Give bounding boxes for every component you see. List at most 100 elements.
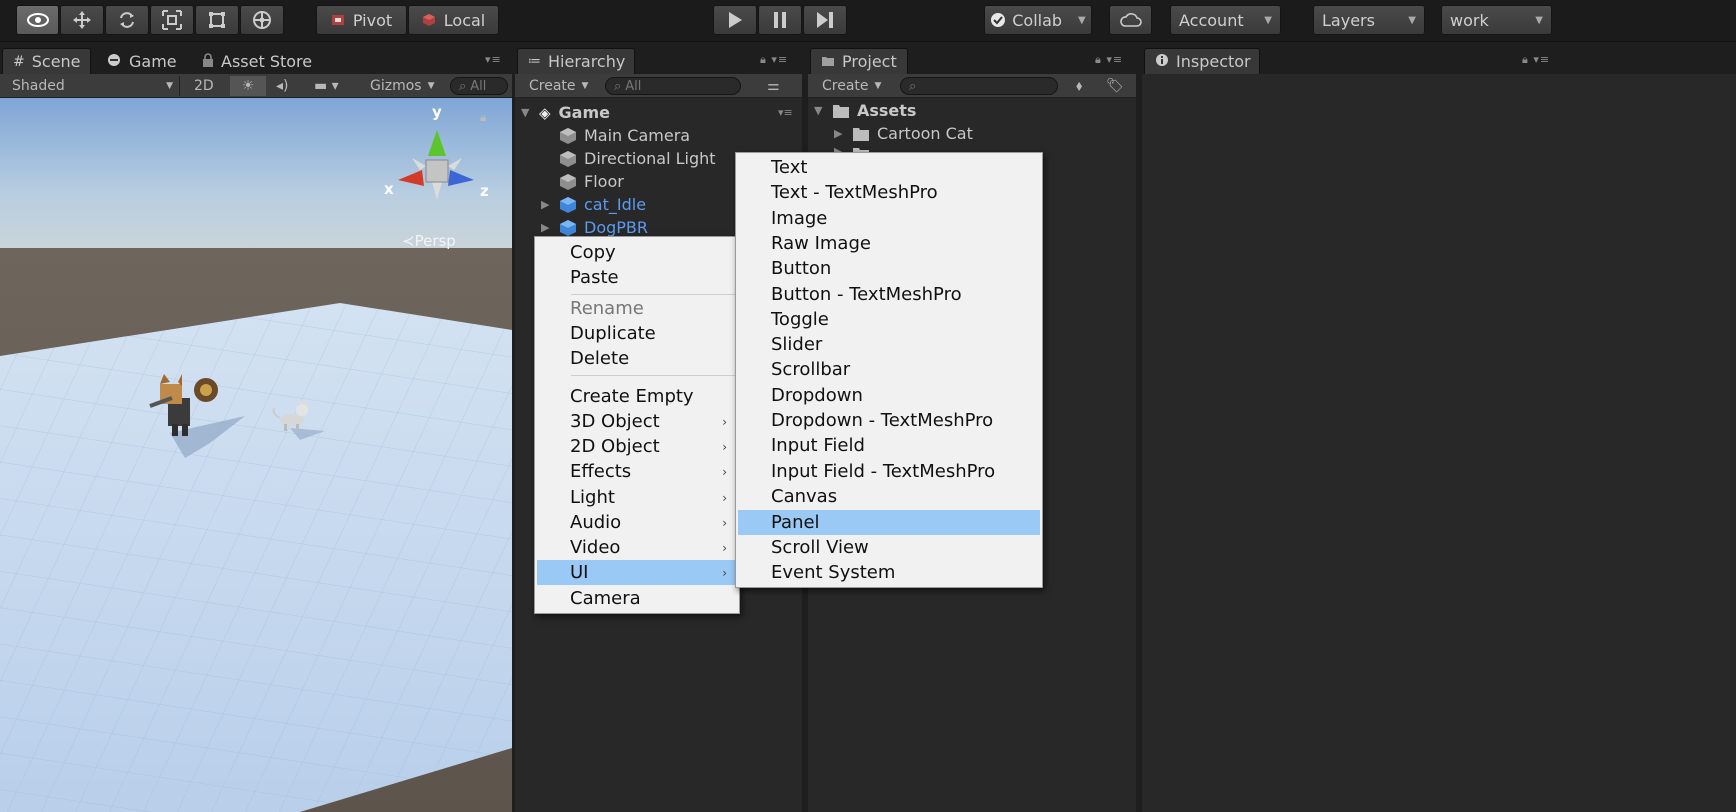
submenu-item-panel[interactable]: Panel bbox=[738, 510, 1040, 535]
submenu-item-input-field[interactable]: Input Field bbox=[738, 433, 1040, 458]
tab-hierarchy[interactable]: ≔ Hierarchy bbox=[517, 48, 635, 74]
menu-item-copy[interactable]: Copy bbox=[537, 240, 737, 265]
chevron-down-icon: ▼ bbox=[1535, 14, 1543, 26]
lock-and-menu-icon[interactable]: 🔒︎ ▾≡ bbox=[1522, 53, 1550, 67]
submenu-item-dropdown[interactable]: Dropdown bbox=[738, 383, 1040, 408]
tab-asset-store[interactable]: Asset Store bbox=[192, 48, 322, 74]
expand-right-icon[interactable]: ▶ bbox=[834, 127, 852, 140]
filter-by-type-button[interactable]: ⬧ bbox=[1070, 76, 1088, 96]
scene-viewport[interactable]: y x z ≺Persp 🔒︎ bbox=[0, 98, 512, 812]
orientation-gizmo[interactable]: y x z ≺Persp 🔒︎ bbox=[382, 98, 492, 258]
view-tool-button[interactable] bbox=[16, 5, 59, 35]
local-toggle-button[interactable]: Local bbox=[408, 5, 499, 35]
menu-item-audio[interactable]: Audio › bbox=[537, 510, 737, 535]
menu-item-delete[interactable]: Delete bbox=[537, 346, 737, 371]
layout-dropdown[interactable]: work ▼ bbox=[1441, 5, 1552, 35]
main-toolbar: Pivot Local Collab ▼ Account ▼ Layers ▼ … bbox=[0, 0, 1736, 42]
hierarchy-item[interactable]: ▶ cat_Idle bbox=[541, 193, 646, 216]
audio-toggle-button[interactable]: ◂) bbox=[270, 76, 295, 96]
submenu-item-canvas[interactable]: Canvas bbox=[738, 484, 1040, 509]
menu-item-effects[interactable]: Effects › bbox=[537, 459, 737, 484]
submenu-item-image[interactable]: Image bbox=[738, 206, 1040, 231]
lock-icon[interactable]: 🔒︎ bbox=[480, 110, 486, 125]
menu-item-duplicate[interactable]: Duplicate bbox=[537, 321, 737, 346]
scene-menu-icon[interactable]: ▾≡ bbox=[778, 106, 793, 119]
hierarchy-search-input[interactable]: ⌕ All bbox=[605, 77, 741, 95]
gizmos-dropdown[interactable]: Gizmos ▼ bbox=[364, 76, 441, 96]
move-tool-button[interactable] bbox=[60, 5, 104, 35]
submenu-item-event-system[interactable]: Event System bbox=[738, 560, 1040, 585]
scene-search-input[interactable]: ⌕ All bbox=[450, 77, 508, 95]
hierarchy-toolbar: Create ▼ ⌕ All ⚌ bbox=[515, 74, 802, 98]
hierarchy-item-label: Main Camera bbox=[584, 126, 691, 145]
play-button[interactable] bbox=[713, 5, 757, 35]
menu-item-video[interactable]: Video › bbox=[537, 535, 737, 560]
menu-item-label: Video bbox=[570, 537, 621, 558]
submenu-item-slider[interactable]: Slider bbox=[738, 332, 1040, 357]
transform-tool-button[interactable] bbox=[240, 5, 284, 35]
hierarchy-item[interactable]: Directional Light bbox=[541, 147, 716, 170]
menu-item-ui[interactable]: UI › bbox=[537, 560, 737, 585]
step-button[interactable] bbox=[803, 5, 847, 35]
hierarchy-create-dropdown[interactable]: Create ▼ bbox=[523, 76, 594, 96]
menu-item-3d-object[interactable]: 3D Object › bbox=[537, 409, 737, 434]
persp-toggle[interactable]: ≺Persp bbox=[402, 232, 456, 250]
shading-mode-dropdown[interactable]: Shaded ▼ bbox=[6, 76, 180, 96]
submenu-item-dropdown-textmeshpro[interactable]: Dropdown - TextMeshPro bbox=[738, 408, 1040, 433]
submenu-arrow-icon: › bbox=[722, 439, 727, 454]
submenu-item-scrollbar[interactable]: Scrollbar bbox=[738, 357, 1040, 382]
filter-by-label-button[interactable]: 🏷︎ bbox=[1100, 76, 1130, 96]
menu-item-2d-object[interactable]: 2D Object › bbox=[537, 434, 737, 459]
pivot-icon bbox=[331, 13, 345, 27]
assets-root-folder[interactable]: ▼ Assets bbox=[814, 99, 916, 122]
submenu-item-scroll-view[interactable]: Scroll View bbox=[738, 535, 1040, 560]
gameobject-cube-icon bbox=[560, 150, 576, 167]
expand-right-icon[interactable]: ▶ bbox=[541, 198, 559, 211]
menu-item-light[interactable]: Light › bbox=[537, 485, 737, 510]
submenu-item-button[interactable]: Button bbox=[738, 256, 1040, 281]
pause-button[interactable] bbox=[758, 5, 802, 35]
effects-toggle-button[interactable]: ▬ ▾ bbox=[308, 76, 345, 96]
account-dropdown[interactable]: Account ▼ bbox=[1170, 5, 1281, 35]
menu-item-paste[interactable]: Paste bbox=[537, 265, 737, 290]
rect-tool-button[interactable] bbox=[195, 5, 239, 35]
submenu-item-button-textmeshpro[interactable]: Button - TextMeshPro bbox=[738, 282, 1040, 307]
submenu-item-toggle[interactable]: Toggle bbox=[738, 307, 1040, 332]
move-icon bbox=[72, 10, 92, 30]
menu-item-create-empty[interactable]: Create Empty bbox=[537, 384, 737, 409]
scale-tool-button[interactable] bbox=[150, 5, 194, 35]
create-label: Create bbox=[529, 78, 576, 94]
lock-and-menu-icon[interactable]: 🔒︎ ▾≡ bbox=[1095, 53, 1123, 67]
rotate-tool-button[interactable] bbox=[105, 5, 149, 35]
lock-and-menu-icon[interactable]: 🔒︎ ▾≡ bbox=[760, 53, 788, 67]
menu-item-camera[interactable]: Camera bbox=[537, 586, 737, 611]
layers-dropdown[interactable]: Layers ▼ bbox=[1313, 5, 1425, 35]
2d-toggle-button[interactable]: 2D bbox=[188, 76, 220, 96]
panel-menu-icon[interactable]: ▾≡ bbox=[485, 53, 502, 66]
submenu-item-text[interactable]: Text bbox=[738, 155, 1040, 180]
submenu-arrow-icon: › bbox=[722, 565, 727, 580]
scene-visibility-button[interactable]: ⚌ bbox=[761, 76, 786, 96]
cloud-button[interactable] bbox=[1109, 5, 1152, 35]
tab-scene[interactable]: # Scene bbox=[2, 48, 91, 74]
submenu-item-raw-image[interactable]: Raw Image bbox=[738, 231, 1040, 256]
tab-game[interactable]: Game bbox=[96, 48, 187, 74]
pivot-toggle-button[interactable]: Pivot bbox=[316, 5, 407, 35]
scene-root-row[interactable]: ▼ ◈ Game ▾≡ bbox=[521, 101, 793, 124]
submenu-item-input-field-textmeshpro[interactable]: Input Field - TextMeshPro bbox=[738, 459, 1040, 484]
project-create-dropdown[interactable]: Create ▼ bbox=[816, 76, 887, 96]
lighting-toggle-button[interactable]: ☀ bbox=[230, 76, 266, 96]
folder-icon bbox=[853, 127, 869, 141]
expand-right-icon[interactable]: ▶ bbox=[541, 221, 559, 234]
project-search-input[interactable]: ⌕ bbox=[900, 77, 1058, 95]
tab-inspector[interactable]: Inspector bbox=[1144, 48, 1260, 74]
collab-dropdown[interactable]: Collab ▼ bbox=[984, 5, 1092, 35]
project-folder-item[interactable]: ▶ Cartoon Cat bbox=[834, 122, 973, 145]
submenu-item-text-textmeshpro[interactable]: Text - TextMeshPro bbox=[738, 180, 1040, 205]
pivot-label: Pivot bbox=[352, 10, 393, 30]
tab-project[interactable]: Project bbox=[810, 48, 908, 74]
hierarchy-item[interactable]: Floor bbox=[541, 170, 624, 193]
submenu-arrow-icon: › bbox=[722, 464, 727, 479]
menu-item-label: Duplicate bbox=[570, 323, 656, 344]
hierarchy-item[interactable]: Main Camera bbox=[541, 124, 690, 147]
